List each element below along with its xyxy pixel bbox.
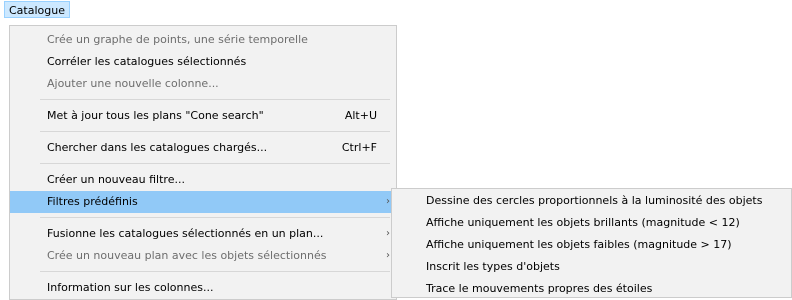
- submenu-item-label: Trace le mouvements propres des étoiles: [426, 282, 653, 295]
- menu-item-label: Chercher dans les catalogues chargés...: [47, 141, 268, 154]
- menu-item-label: Fusionne les catalogues sélectionnés en …: [47, 227, 324, 240]
- menubar: Catalogue: [0, 0, 792, 20]
- menu-item-label: Ajouter une nouvelle colonne...: [47, 77, 219, 90]
- chevron-right-icon: ›: [386, 250, 390, 261]
- menu-catalogue[interactable]: Catalogue: [4, 1, 70, 18]
- menu-separator: [40, 163, 390, 164]
- submenu-item-bright-objects[interactable]: Affiche uniquement les objets brillants …: [392, 212, 791, 234]
- submenu-item-label: Affiche uniquement les objets brillants …: [426, 216, 740, 229]
- predefined-filters-submenu: Dessine des cercles proportionnels à la …: [391, 188, 792, 298]
- menu-item-column-info[interactable]: Information sur les colonnes...: [10, 277, 396, 299]
- menu-separator: [40, 217, 390, 218]
- menu-item-search-catalogs[interactable]: Chercher dans les catalogues chargés... …: [10, 137, 396, 159]
- menu-item-new-plane-from-selection[interactable]: Crée un nouveau plan avec les objets sél…: [10, 245, 396, 267]
- menu-item-add-column[interactable]: Ajouter une nouvelle colonne...: [10, 73, 396, 95]
- menu-item-update-cone-search[interactable]: Met à jour tous les plans "Cone search" …: [10, 105, 396, 127]
- menu-separator: [40, 131, 390, 132]
- menu-item-create-filter[interactable]: Créer un nouveau filtre...: [10, 169, 396, 191]
- menu-item-correlate-catalogs[interactable]: Corréler les catalogues sélectionnés: [10, 51, 396, 73]
- menu-item-create-plot[interactable]: Crée un graphe de points, une série temp…: [10, 29, 396, 51]
- menu-item-merge-catalogs[interactable]: Fusionne les catalogues sélectionnés en …: [10, 223, 396, 245]
- menu-item-predefined-filters[interactable]: Filtres prédéfinis ›: [10, 191, 396, 213]
- menu-separator: [40, 99, 390, 100]
- submenu-item-label: Inscrit les types d'objets: [426, 260, 560, 273]
- menu-item-label: Corréler les catalogues sélectionnés: [47, 55, 247, 68]
- menu-item-shortcut: Ctrl+F: [341, 141, 377, 154]
- menu-item-label: Filtres prédéfinis: [47, 195, 138, 208]
- menu-item-label: Met à jour tous les plans "Cone search": [47, 109, 264, 122]
- menu-item-label: Crée un nouveau plan avec les objets sél…: [47, 249, 327, 262]
- chevron-right-icon: ›: [386, 196, 390, 207]
- submenu-item-label: Dessine des cercles proportionnels à la …: [426, 194, 763, 207]
- chevron-right-icon: ›: [386, 228, 390, 239]
- submenu-item-faint-objects[interactable]: Affiche uniquement les objets faibles (m…: [392, 234, 791, 256]
- submenu-item-luminosity-circles[interactable]: Dessine des cercles proportionnels à la …: [392, 190, 791, 212]
- submenu-item-label: Affiche uniquement les objets faibles (m…: [426, 238, 732, 251]
- menu-item-shortcut: Alt+U: [344, 109, 377, 122]
- catalogue-dropdown-menu: Crée un graphe de points, une série temp…: [9, 25, 397, 300]
- submenu-item-proper-motions[interactable]: Trace le mouvements propres des étoiles: [392, 278, 791, 300]
- menu-item-label: Information sur les colonnes...: [47, 281, 214, 294]
- menu-item-label: Créer un nouveau filtre...: [47, 173, 185, 186]
- menu-separator: [40, 271, 390, 272]
- menu-item-label: Crée un graphe de points, une série temp…: [47, 33, 308, 46]
- submenu-item-object-types[interactable]: Inscrit les types d'objets: [392, 256, 791, 278]
